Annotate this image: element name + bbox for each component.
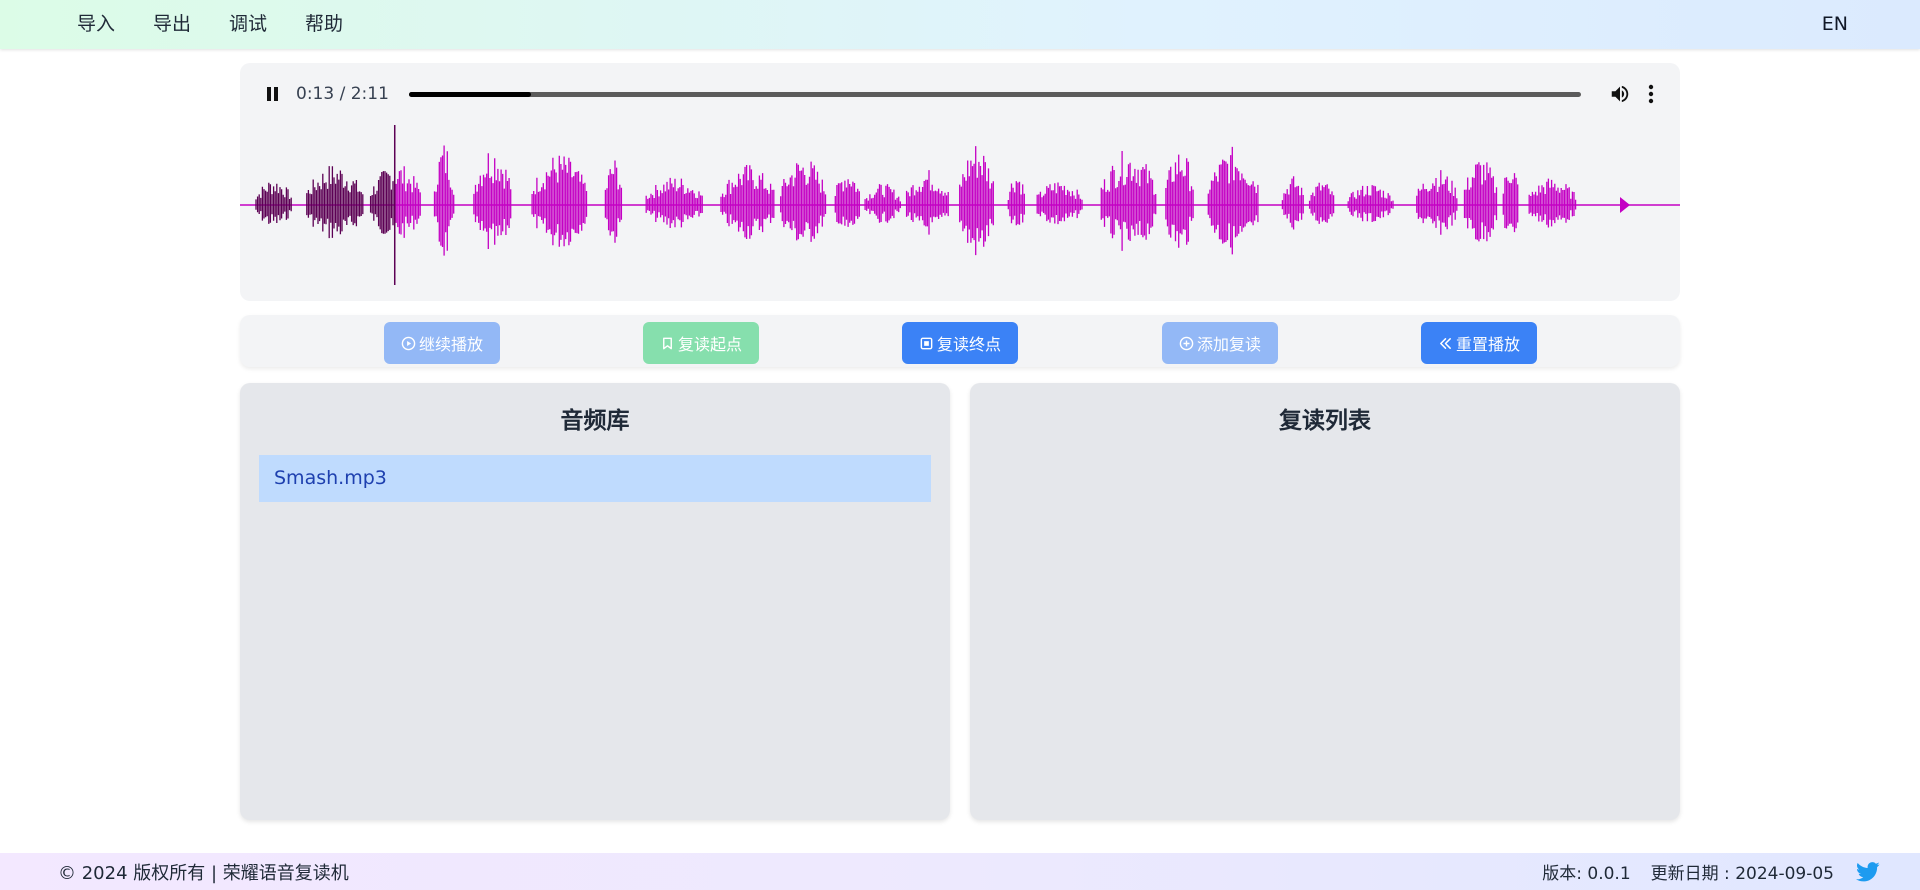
waveform[interactable] xyxy=(240,125,1680,285)
bookmark-icon xyxy=(663,337,672,349)
repeat-start-button[interactable]: 复读起点 xyxy=(643,322,759,364)
more-vertical-icon[interactable] xyxy=(1647,83,1655,105)
pause-icon[interactable] xyxy=(264,85,282,103)
repeat-end-button[interactable]: 复读终点 xyxy=(902,322,1018,364)
nav-item-help[interactable]: 帮助 xyxy=(286,0,362,49)
audio-library-title: 音频库 xyxy=(560,408,630,434)
copyright-text: © 2024 版权所有 | 荣耀语音复读机 xyxy=(58,862,349,884)
waveform-unplayed xyxy=(395,145,1577,256)
nav-item-debug[interactable]: 调试 xyxy=(210,0,286,49)
add-repeat-label: 添加复读 xyxy=(1196,335,1261,354)
nav-menu: 导入 导出 调试 帮助 xyxy=(58,0,362,49)
version-text: 版本: 0.0.1 xyxy=(1542,864,1631,884)
time-display: 0:13 / 2:11 xyxy=(296,84,389,104)
repeat-list-panel: 复读列表 xyxy=(970,383,1680,820)
audio-controls: 0:13 / 2:11 xyxy=(240,77,1680,111)
footer: © 2024 版权所有 | 荣耀语音复读机 版本: 0.0.1 更新日期 : 2… xyxy=(0,853,1920,890)
language-toggle[interactable]: EN xyxy=(1822,0,1848,49)
update-date-text: 更新日期 : 2024-09-05 xyxy=(1650,864,1834,884)
nav-item-import[interactable]: 导入 xyxy=(58,0,134,49)
nav-item-export[interactable]: 导出 xyxy=(134,0,210,49)
stop-square-icon xyxy=(920,337,933,349)
progress-fill xyxy=(408,91,531,97)
continue-play-button[interactable]: 继续播放 xyxy=(384,322,500,364)
add-repeat-button[interactable]: 添加复读 xyxy=(1162,322,1278,364)
reset-play-button[interactable]: 重置播放 xyxy=(1421,322,1537,364)
plus-circle-icon xyxy=(1179,336,1194,350)
twitter-icon[interactable] xyxy=(1856,861,1880,882)
control-bar: 继续播放 复读起点 复读终点 添加复读 重置播放 xyxy=(240,315,1680,367)
repeat-end-label: 复读终点 xyxy=(936,335,1001,354)
progress-bar[interactable] xyxy=(408,91,1581,97)
audio-library-panel: 音频库 Smash.mp3 xyxy=(240,383,950,820)
waveform-played xyxy=(255,166,396,239)
audio-player-card: 0:13 / 2:11 xyxy=(240,63,1680,301)
chevrons-left-icon xyxy=(1440,337,1451,349)
waveform-end-marker xyxy=(1620,197,1630,213)
volume-icon[interactable] xyxy=(1609,83,1631,105)
footer-info: 版本: 0.0.1 更新日期 : 2024-09-05 xyxy=(1542,853,1880,890)
top-navbar: 导入 导出 调试 帮助 EN xyxy=(0,0,1920,49)
play-circle-icon xyxy=(401,336,416,350)
repeat-start-label: 复读起点 xyxy=(677,335,742,354)
file-item[interactable]: Smash.mp3 xyxy=(259,455,931,502)
continue-play-label: 继续播放 xyxy=(418,335,483,354)
repeat-list-title: 复读列表 xyxy=(1279,408,1371,434)
reset-play-label: 重置播放 xyxy=(1455,335,1520,354)
